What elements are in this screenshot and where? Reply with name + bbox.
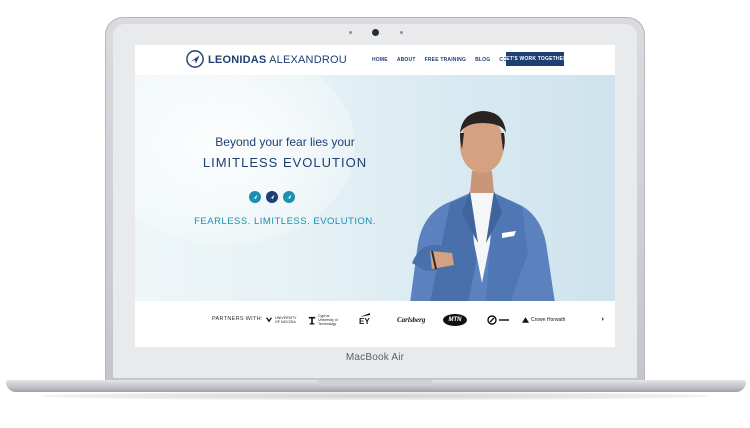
nav-about[interactable]: ABOUT: [397, 57, 416, 63]
partner-six-bar: [499, 319, 509, 321]
laptop-shadow: [40, 392, 710, 400]
hero-badges: [249, 191, 295, 203]
partner-six[interactable]: [487, 311, 509, 329]
partner-mtn[interactable]: MTN: [443, 311, 467, 329]
portrait-image: [410, 111, 555, 301]
logo-first-name: LEONIDAS: [208, 54, 267, 66]
partner-ey[interactable]: EY: [359, 311, 371, 329]
partner-label: MTN: [443, 314, 467, 326]
hero-section: Beyond your fear lies your LIMITLESS EVO…: [135, 75, 615, 301]
site-header: LEONIDAS ALEXANDROU HOME ABOUT FREE TRAI…: [135, 45, 615, 76]
sensor-dot: [400, 31, 403, 34]
partner-cyprus-university-of-technology[interactable]: Cyprus University of Technology: [308, 311, 338, 329]
partner-label: Crowe Horwath: [531, 317, 566, 323]
site-logo[interactable]: LEONIDAS ALEXANDROU: [208, 54, 347, 66]
crowe-logo-icon: [522, 317, 529, 323]
logo-last-name: ALEXANDROU: [269, 54, 347, 66]
nav-blog[interactable]: BLOG: [475, 57, 490, 63]
nav-home[interactable]: HOME: [372, 57, 388, 63]
partner-label: Carlsberg: [397, 316, 426, 324]
camera-icon: [372, 29, 379, 36]
nav-free-training[interactable]: FREE TRAINING: [425, 57, 467, 63]
logo-icon[interactable]: [186, 50, 204, 68]
cut-logo-icon: [308, 316, 316, 324]
carousel-next-icon[interactable]: [601, 317, 605, 321]
partner-six-logo-icon: [487, 315, 497, 325]
partner-label: Technology: [318, 322, 337, 326]
arrow-badge-icon: [283, 191, 295, 203]
partner-label: EY: [359, 317, 370, 326]
unic-logo-icon: [265, 317, 273, 323]
partner-university-of-nicosia[interactable]: UNIVERSITY OF NICOSIA: [265, 311, 297, 329]
arrow-badge-icon: [249, 191, 261, 203]
device-label: MacBook Air: [345, 352, 405, 363]
laptop-notch: [318, 380, 432, 386]
laptop-mockup: LEONIDAS ALEXANDROU HOME ABOUT FREE TRAI…: [0, 0, 750, 428]
partners-label: PARTNERS WITH:: [212, 316, 263, 322]
partner-crowe-horwath[interactable]: Crowe Horwath: [522, 311, 565, 329]
main-nav: HOME ABOUT FREE TRAINING BLOG CONTACT: [372, 57, 525, 63]
arrow-badge-icon: [266, 191, 278, 203]
partner-carlsberg[interactable]: Carlsberg: [397, 311, 425, 329]
sensor-dot: [349, 31, 352, 34]
website-screen: LEONIDAS ALEXANDROU HOME ABOUT FREE TRAI…: [135, 45, 615, 347]
partners-strip: PARTNERS WITH: UNIVERSITY OF NICOSIA Cypr…: [135, 301, 615, 347]
partner-label: OF NICOSIA: [275, 320, 296, 324]
work-together-button[interactable]: LET'S WORK TOGETHER: [503, 52, 567, 66]
